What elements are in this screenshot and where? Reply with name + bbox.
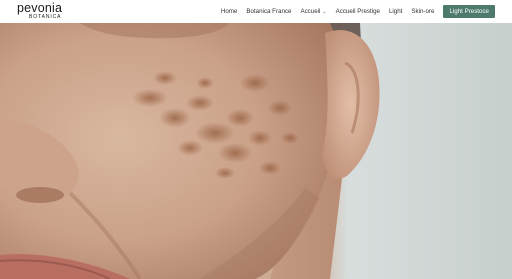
- nav-item-label: Accueil: [300, 8, 321, 15]
- hero-photo-illustration: [0, 23, 512, 279]
- nav-item-accueil[interactable]: Accueil ⌄: [300, 8, 326, 15]
- nav-item-label: Home: [220, 8, 238, 15]
- light-prestige-button[interactable]: Light Prestoce: [443, 5, 495, 18]
- nav-item-skin-ore[interactable]: Skin-ore: [411, 8, 434, 15]
- nav-item-botanica-france[interactable]: Botanica France: [246, 8, 291, 15]
- brand-logo[interactable]: pevonia BOTANICA: [17, 2, 77, 21]
- nav-item-accueil-prestige[interactable]: Accueil Prestige: [336, 8, 380, 15]
- hero-image: [0, 23, 512, 279]
- nav-item-light[interactable]: Light: [389, 8, 402, 15]
- nav-item-label: Skin-ore: [411, 8, 435, 15]
- nav-item-home[interactable]: Home: [221, 8, 238, 15]
- nav-item-label: Light: [388, 8, 403, 15]
- brand-tagline: BOTANICA: [29, 14, 62, 20]
- nav-item-label: Accueil Prestige: [335, 8, 380, 15]
- chevron-down-icon: ⌄: [322, 8, 327, 15]
- site-header: pevonia BOTANICA Home Botanica France Ac…: [0, 0, 512, 23]
- main-nav: Home Botanica France Accueil ⌄ Accueil P…: [221, 0, 512, 23]
- page: pevonia BOTANICA Home Botanica France Ac…: [0, 0, 512, 279]
- nav-item-label: Botanica France: [246, 8, 292, 15]
- brand-name: pevonia: [17, 1, 63, 15]
